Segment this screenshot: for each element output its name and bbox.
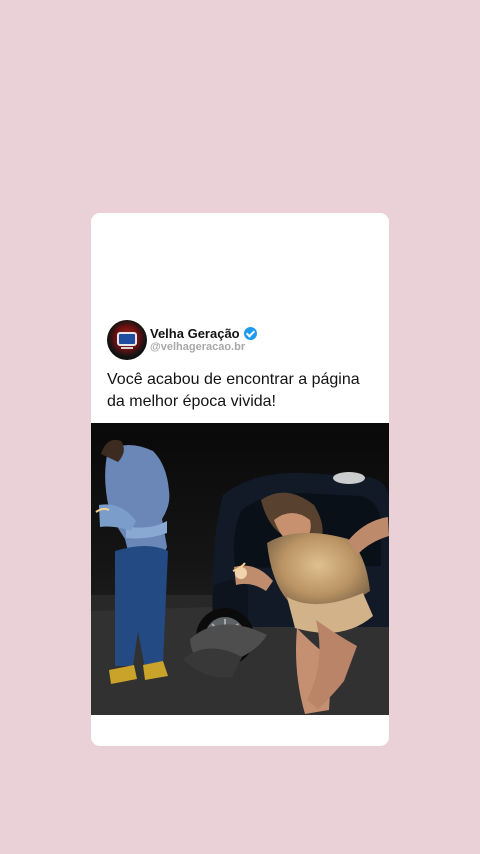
author-header[interactable]: Velha Geração @velhageracao.br <box>107 320 257 360</box>
tv-stand-icon <box>121 347 133 349</box>
name-line: Velha Geração <box>150 326 257 341</box>
tv-icon <box>117 332 137 346</box>
post-card[interactable]: Velha Geração @velhageracao.br Você acab… <box>91 213 389 746</box>
handle[interactable]: @velhageracao.br <box>150 341 257 354</box>
author-meta: Velha Geração @velhageracao.br <box>150 326 257 354</box>
display-name[interactable]: Velha Geração <box>150 326 240 341</box>
verified-badge-icon <box>243 327 257 340</box>
avatar[interactable] <box>107 320 147 360</box>
post-text: Você acabou de encontrar a página da mel… <box>107 371 360 410</box>
video-frame-image <box>91 423 389 715</box>
post-media[interactable] <box>91 423 389 715</box>
